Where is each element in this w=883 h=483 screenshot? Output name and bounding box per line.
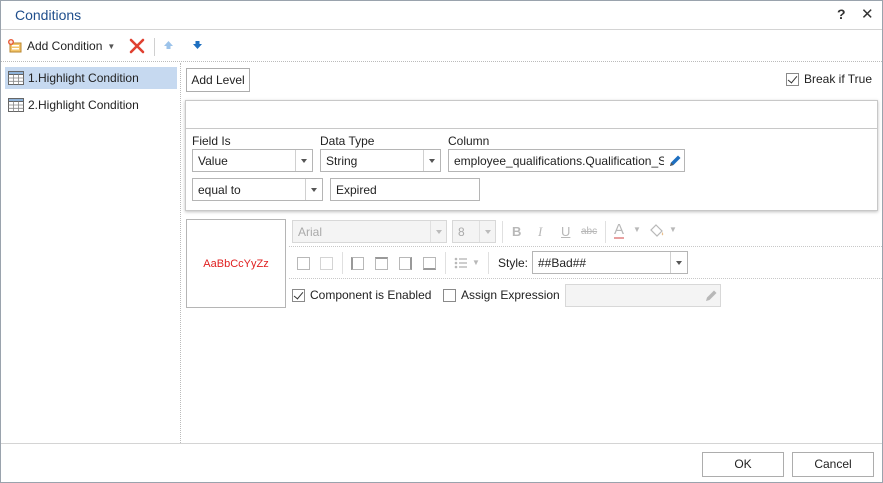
data-type-label: Data Type xyxy=(320,134,375,148)
chevron-down-icon[interactable] xyxy=(423,150,440,171)
fill-color-icon[interactable] xyxy=(649,223,665,239)
chevron-down-icon[interactable]: ▼ xyxy=(669,225,677,234)
grid-icon xyxy=(8,98,24,112)
field-is-label: Field Is xyxy=(192,134,231,148)
border-left-icon[interactable] xyxy=(351,257,364,270)
border-right-icon[interactable] xyxy=(399,257,412,270)
border-top-icon[interactable] xyxy=(375,257,388,270)
italic-icon[interactable]: I xyxy=(538,224,542,240)
chevron-down-icon[interactable] xyxy=(305,179,322,200)
checkbox-unchecked-icon[interactable] xyxy=(443,288,456,302)
field-is-select[interactable]: Value xyxy=(192,149,313,172)
bold-icon[interactable]: B xyxy=(512,224,521,239)
condition-list: 1.Highlight Condition 2.Highlight Condit… xyxy=(1,63,181,443)
compare-value-input[interactable]: Expired xyxy=(330,178,480,201)
font-size-value: 8 xyxy=(458,225,465,239)
toolbar-divider xyxy=(342,252,343,274)
column-label: Column xyxy=(448,134,490,148)
condition-item-2[interactable]: 2.Highlight Condition xyxy=(5,94,177,116)
style-select[interactable]: ##Bad## xyxy=(532,251,688,274)
toolbar: Add Condition ▼ xyxy=(1,31,882,62)
checkbox-checked-icon[interactable] xyxy=(786,72,799,86)
add-condition-button[interactable]: Add Condition ▼ xyxy=(7,37,115,55)
border-all-icon[interactable] xyxy=(297,257,310,270)
pencil-icon[interactable] xyxy=(703,288,719,304)
break-if-true-checkbox[interactable]: Break if True xyxy=(786,72,872,86)
style-value: ##Bad## xyxy=(538,256,587,270)
conditions-dialog: Conditions ? ✕ Add Condition ▼ 1.Highlig… xyxy=(0,0,883,483)
underline-icon[interactable]: U xyxy=(561,224,570,239)
font-color-icon[interactable]: A xyxy=(614,222,625,239)
list-icon[interactable] xyxy=(453,255,469,271)
border-none-icon[interactable] xyxy=(320,257,333,270)
condition-panel: Field Is Value Data Type String Column e… xyxy=(185,100,878,211)
chevron-down-icon[interactable] xyxy=(479,221,495,242)
condition-item-label: 1.Highlight Condition xyxy=(28,71,139,85)
checkbox-checked-icon[interactable] xyxy=(292,288,305,302)
toolbar-divider xyxy=(605,221,606,243)
data-type-select[interactable]: String xyxy=(320,149,441,172)
chevron-down-icon[interactable] xyxy=(295,150,312,171)
column-value: employee_qualifications.Qualification_S xyxy=(454,154,664,168)
chevron-down-icon[interactable] xyxy=(430,221,446,242)
add-condition-label: Add Condition xyxy=(27,39,103,53)
toolbar-divider xyxy=(154,38,155,56)
style-label: Style: xyxy=(498,256,529,270)
close-icon[interactable]: ✕ xyxy=(861,5,874,23)
toolbar-divider xyxy=(445,252,446,274)
toolbar-divider xyxy=(488,252,489,274)
font-family-value: Arial xyxy=(298,225,323,239)
move-down-icon[interactable] xyxy=(192,40,203,50)
delete-icon[interactable] xyxy=(129,38,145,54)
move-up-icon[interactable] xyxy=(163,40,174,50)
field-is-value: Value xyxy=(198,154,228,168)
font-format-row: Arial 8 B I U abc A ▼ ▼ xyxy=(289,217,882,247)
pencil-icon[interactable] xyxy=(667,153,683,169)
chevron-down-icon[interactable] xyxy=(670,252,687,273)
title-bar: Conditions ? ✕ xyxy=(1,1,882,30)
condition-item-label: 2.Highlight Condition xyxy=(28,98,139,112)
font-size-select[interactable]: 8 xyxy=(452,220,496,243)
component-enabled-label: Component is Enabled xyxy=(310,288,432,302)
ok-button[interactable]: OK xyxy=(702,452,784,477)
chevron-down-icon[interactable]: ▼ xyxy=(472,258,480,267)
grid-icon xyxy=(8,71,24,85)
chevron-down-icon: ▼ xyxy=(107,41,116,51)
toolbar-divider xyxy=(502,221,503,243)
style-preview: AaBbCcYyZz xyxy=(186,219,286,308)
border-bottom-icon[interactable] xyxy=(423,257,436,270)
add-condition-icon xyxy=(8,39,22,53)
assign-expression-label: Assign Expression xyxy=(461,288,560,302)
font-family-select[interactable]: Arial xyxy=(292,220,447,243)
condition-panel-header xyxy=(186,101,877,129)
component-enabled-checkbox[interactable]: Component is Enabled xyxy=(292,288,431,302)
dialog-title: Conditions xyxy=(15,7,82,23)
break-if-true-label: Break if True xyxy=(804,72,873,86)
help-icon[interactable]: ? xyxy=(837,6,846,22)
condition-item-1[interactable]: 1.Highlight Condition xyxy=(5,67,177,89)
strikethrough-icon[interactable]: abc xyxy=(581,226,597,237)
compare-value: Expired xyxy=(336,183,377,197)
style-preview-text: AaBbCcYyZz xyxy=(203,258,269,270)
operator-select[interactable]: equal to xyxy=(192,178,323,201)
operator-value: equal to xyxy=(198,183,241,197)
expression-input[interactable] xyxy=(565,284,721,307)
chevron-down-icon[interactable]: ▼ xyxy=(633,225,641,234)
data-type-value: String xyxy=(326,154,358,168)
add-level-button[interactable]: Add Level xyxy=(186,68,250,92)
cancel-button[interactable]: Cancel xyxy=(792,452,874,477)
assign-expression-checkbox[interactable]: Assign Expression xyxy=(443,288,560,302)
column-field[interactable]: employee_qualifications.Qualification_S xyxy=(448,149,685,172)
